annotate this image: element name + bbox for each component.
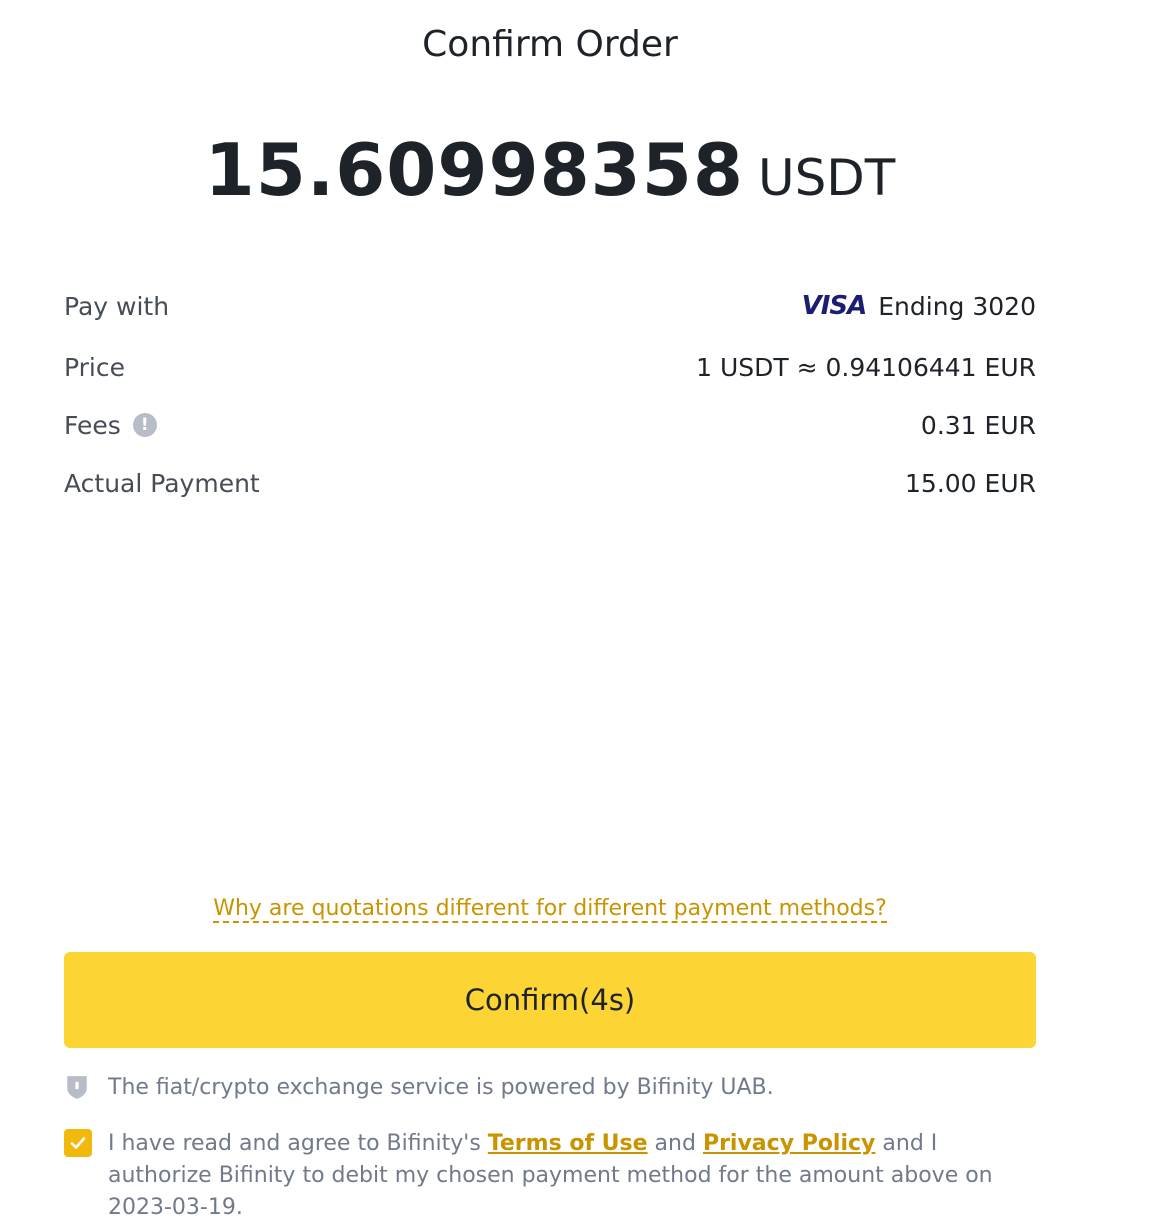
visa-logo-icon: VISA [801,291,868,321]
checkmark-icon [70,1137,86,1149]
page-title: Confirm Order [422,24,678,65]
pay-with-row: Pay with VISA Ending 3020 [64,286,1036,326]
why-quotations-container: Why are quotations different for differe… [0,896,1100,923]
agreement-text: I have read and agree to Bifinity's Term… [108,1128,1036,1224]
actual-payment-value: 15.00 EUR [905,468,1036,498]
price-row: Price 1 USDT ≈ 0.94106441 EUR [64,347,1036,387]
fees-label: Fees [64,410,121,440]
info-icon[interactable]: ! [132,413,157,437]
fees-value: 0.31 EUR [920,410,1036,440]
terms-of-use-link[interactable]: Terms of Use [488,1131,648,1156]
actual-payment-label: Actual Payment [64,468,260,498]
fees-row: Fees ! 0.31 EUR [64,405,1036,445]
card-ending: Ending 3020 [878,291,1036,321]
notice-text: The fiat/crypto exchange service is powe… [108,1074,774,1100]
amount-value: 15.60998358 [204,128,744,212]
shield-icon [67,1076,87,1099]
agreement: I have read and agree to Bifinity's Term… [64,1128,1036,1224]
agreement-text-before: I have read and agree to Bifinity's [108,1131,488,1156]
service-notice: The fiat/crypto exchange service is powe… [64,1074,1036,1100]
confirm-button[interactable]: Confirm(4s) [64,952,1036,1048]
privacy-policy-link[interactable]: Privacy Policy [703,1131,875,1156]
price-label: Price [64,352,125,382]
price-value: 1 USDT ≈ 0.94106441 EUR [696,352,1036,382]
pay-with-value: VISA Ending 3020 [802,291,1036,321]
fees-label-group: Fees ! [64,411,157,440]
actual-payment-row: Actual Payment 15.00 EUR [64,463,1036,503]
agreement-text-and: and [647,1131,703,1156]
why-quotations-link[interactable]: Why are quotations different for differe… [213,896,887,923]
pay-with-label: Pay with [64,291,170,321]
agree-checkbox[interactable] [64,1129,92,1157]
amount-currency: USDT [757,149,896,207]
order-amount: 15.60998358 USDT [0,128,1100,212]
